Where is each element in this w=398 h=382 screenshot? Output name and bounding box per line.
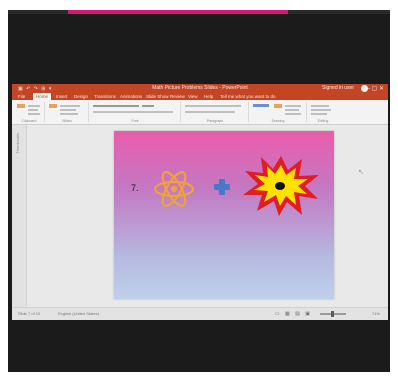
tell-me-search[interactable]: Tell me what you want to do [220,94,276,99]
tab-help[interactable]: Help [204,94,213,99]
tab-review[interactable]: Review [170,94,185,99]
tab-slide-show[interactable]: Slide Show [146,94,169,99]
ribbon-group-slides: Slides [46,102,89,123]
top-strip [8,10,390,14]
tab-transitions[interactable]: Transitions [94,94,116,99]
powerpoint-window: ▣ ↶ ↷ ⊞ ▾ Math Picture Problems Slides -… [12,84,388,320]
title-bar: ▣ ↶ ↷ ⊞ ▾ Math Picture Problems Slides -… [12,84,388,93]
ribbon-group-clipboard: Clipboard [14,102,45,123]
select-button[interactable] [311,113,327,115]
list-buttons[interactable] [185,105,241,107]
font-size-box[interactable] [142,105,154,107]
mouse-cursor-icon: ↖ [358,169,364,176]
ribbon-group-paragraph: Paragraph [182,102,249,123]
group-label-clipboard: Clipboard [21,119,37,123]
ribbon: Clipboard Slides Font Paragraph Drawing … [12,100,388,125]
font-format-buttons[interactable] [93,111,173,113]
plus-icon[interactable] [213,178,231,196]
tab-file[interactable]: File [18,94,25,99]
group-label-font: Font [131,119,139,123]
account-name[interactable]: Signed in user [322,85,354,91]
slide-canvas[interactable]: 7. [114,131,334,299]
tab-design[interactable]: Design [74,94,88,99]
language-indicator[interactable]: English (United States) [58,311,99,316]
shapes-gallery[interactable] [253,104,269,107]
replace-button[interactable] [311,109,331,111]
tab-insert[interactable]: Insert [56,94,67,99]
ribbon-group-editing: Editing [308,102,338,123]
thumbnail-pane-label: Thumbnails [15,133,20,154]
explosion-icon[interactable] [242,155,320,217]
font-name-box[interactable] [93,105,139,107]
group-label-paragraph: Paragraph [206,119,224,123]
new-slide-icon[interactable] [49,104,57,108]
zoom-level[interactable]: 71% [372,311,380,316]
ribbon-group-drawing: Drawing [250,102,307,123]
tab-view[interactable]: View [188,94,198,99]
window-controls[interactable]: — ▢ ✕ [364,85,384,92]
ribbon-group-font: Font [90,102,181,123]
view-buttons[interactable]: ▭ ▦ ▤ ▣ [275,311,312,317]
tab-animations[interactable]: Animations [120,94,142,99]
group-label-drawing: Drawing [271,119,285,123]
tab-home[interactable]: Home [33,93,52,100]
arrange-icon[interactable] [274,104,282,108]
find-button[interactable] [311,105,329,107]
paste-icon[interactable] [17,104,25,108]
editing-workspace: Thumbnails 7. ↖ [12,125,388,307]
video-frame: ▣ ↶ ↷ ⊞ ▾ Math Picture Problems Slides -… [8,10,390,372]
zoom-slider-thumb[interactable] [331,311,334,317]
atom-icon[interactable] [152,167,196,211]
status-bar: Slide 7 of 10 English (United States) ▭ … [12,307,388,320]
ribbon-tabs: File Home Insert Design Transitions Anim… [12,93,388,100]
thumbnail-pane[interactable]: Thumbnails [12,125,27,307]
slide-counter: Slide 7 of 10 [18,311,41,316]
group-label-slides: Slides [62,119,72,123]
group-label-editing: Editing [317,119,329,123]
align-buttons[interactable] [185,111,235,113]
problem-number[interactable]: 7. [131,183,139,193]
top-strip-accent [68,10,288,14]
